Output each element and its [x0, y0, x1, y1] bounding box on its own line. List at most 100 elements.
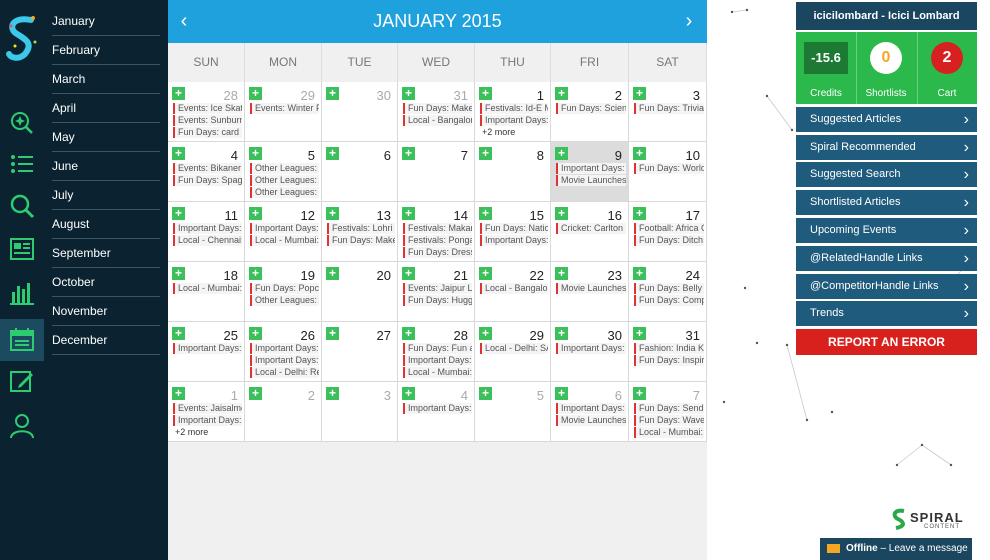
- day-cell[interactable]: +25 Important Days:: [168, 322, 245, 382]
- event-item[interactable]: Fun Days: Ditch N: [634, 235, 704, 246]
- add-event-button[interactable]: +: [479, 327, 492, 340]
- day-cell[interactable]: +6: [322, 142, 398, 202]
- add-event-button[interactable]: +: [633, 87, 646, 100]
- month-item[interactable]: April: [52, 94, 160, 123]
- add-event-button[interactable]: +: [402, 327, 415, 340]
- add-event-button[interactable]: +: [402, 87, 415, 100]
- month-item[interactable]: May: [52, 123, 160, 152]
- more-events-link[interactable]: +2 more: [173, 427, 244, 437]
- month-item[interactable]: January: [52, 7, 160, 36]
- month-item[interactable]: March: [52, 65, 160, 94]
- add-event-button[interactable]: +: [633, 147, 646, 160]
- add-event-button[interactable]: +: [633, 207, 646, 220]
- event-item[interactable]: Local - Bangalore: [480, 283, 548, 294]
- day-cell[interactable]: +27: [322, 322, 398, 382]
- day-cell[interactable]: +28 Fun Days: Fun at Important Days: Local …: [398, 322, 475, 382]
- event-item[interactable]: Festivals: Pongal: [403, 235, 472, 246]
- panel-link[interactable]: @RelatedHandle Links ›: [796, 245, 977, 271]
- event-item[interactable]: Movie Launches:: [556, 415, 626, 426]
- event-item[interactable]: Important Days:: [480, 115, 548, 126]
- event-item[interactable]: Cricket: Carlton M: [556, 223, 626, 234]
- add-event-button[interactable]: +: [172, 207, 185, 220]
- day-cell[interactable]: +26 Important Days: Important Days: Local -…: [245, 322, 322, 382]
- add-event-button[interactable]: +: [555, 147, 568, 160]
- next-month-button[interactable]: ›: [679, 10, 699, 32]
- day-cell[interactable]: +5: [475, 382, 551, 442]
- event-item[interactable]: Events: Jaisalmer: [173, 403, 242, 414]
- event-item[interactable]: Movie Launches:: [556, 283, 626, 294]
- add-event-button[interactable]: +: [249, 207, 262, 220]
- event-item[interactable]: Fun Days: Huggi: [403, 295, 472, 306]
- news-icon[interactable]: [0, 228, 44, 270]
- event-item[interactable]: Local - Mumbai:: [173, 283, 242, 294]
- event-item[interactable]: Important Days:: [556, 343, 626, 354]
- spiral-logo-icon[interactable]: [3, 12, 41, 64]
- day-cell[interactable]: +7 Fun Days: Send a Fun Days: Wave Local - …: [629, 382, 707, 442]
- month-item[interactable]: July: [52, 181, 160, 210]
- event-item[interactable]: Fun Days: Comp: [634, 295, 704, 306]
- add-event-button[interactable]: +: [249, 387, 262, 400]
- day-cell[interactable]: +11 Important Days: Local - Chennai:: [168, 202, 245, 262]
- add-event-button[interactable]: +: [479, 267, 492, 280]
- add-event-button[interactable]: +: [479, 387, 492, 400]
- event-item[interactable]: Movie Launches:: [556, 175, 626, 186]
- cart-stat[interactable]: 2 Cart: [917, 32, 977, 104]
- event-item[interactable]: Local - Chennai:: [173, 235, 242, 246]
- day-cell[interactable]: +23 Movie Launches:: [551, 262, 629, 322]
- day-cell[interactable]: +2 Fun Days: Scienc: [551, 82, 629, 142]
- event-item[interactable]: Fun Days: World: [634, 163, 704, 174]
- day-cell[interactable]: +7: [398, 142, 475, 202]
- month-item[interactable]: June: [52, 152, 160, 181]
- event-item[interactable]: Fun Days: Trivia: [634, 103, 704, 114]
- add-event-button[interactable]: +: [555, 327, 568, 340]
- event-item[interactable]: Important Days:: [556, 403, 626, 414]
- day-cell[interactable]: +30: [322, 82, 398, 142]
- list-icon[interactable]: [0, 143, 44, 185]
- day-cell[interactable]: +30 Important Days:: [551, 322, 629, 382]
- month-item[interactable]: December: [52, 326, 160, 355]
- day-cell[interactable]: +8: [475, 142, 551, 202]
- user-icon[interactable]: [0, 405, 44, 447]
- event-item[interactable]: Important Days:: [250, 355, 319, 366]
- event-item[interactable]: Events: Sunburn: [173, 115, 242, 126]
- day-cell[interactable]: +24Fun Days: Belly laFun Days: Comp: [629, 262, 707, 322]
- day-cell[interactable]: +18 Local - Mumbai:: [168, 262, 245, 322]
- add-event-button[interactable]: +: [402, 207, 415, 220]
- calendar-icon[interactable]: [0, 319, 44, 361]
- event-item[interactable]: Fun Days: Belly la: [634, 283, 704, 294]
- event-item[interactable]: Other Leagues: A: [250, 163, 319, 174]
- add-event-button[interactable]: +: [249, 267, 262, 280]
- month-item[interactable]: October: [52, 268, 160, 297]
- day-cell[interactable]: +17Football: Africa CFun Days: Ditch N: [629, 202, 707, 262]
- day-cell[interactable]: +2: [245, 382, 322, 442]
- add-event-button[interactable]: +: [326, 387, 339, 400]
- day-cell[interactable]: +16 Cricket: Carlton M: [551, 202, 629, 262]
- event-item[interactable]: Fun Days: Spagh: [173, 175, 242, 186]
- event-item[interactable]: Festivals: Id-E Mi: [480, 103, 548, 114]
- day-cell[interactable]: +5 Other Leagues: A Other Leagues: E Other …: [245, 142, 322, 202]
- event-item[interactable]: Fun Days: Nation: [480, 223, 548, 234]
- event-item[interactable]: Important Days:: [173, 415, 242, 426]
- event-item[interactable]: Other Leagues: A: [250, 295, 319, 306]
- add-event-button[interactable]: +: [172, 327, 185, 340]
- month-item[interactable]: February: [52, 36, 160, 65]
- add-event-button[interactable]: +: [479, 207, 492, 220]
- event-item[interactable]: Local - Delhi: Rep: [250, 367, 319, 378]
- add-event-button[interactable]: +: [479, 147, 492, 160]
- day-cell[interactable]: +9 Important Days: Movie Launches:: [551, 142, 629, 202]
- day-cell[interactable]: +4 Important Days:: [398, 382, 475, 442]
- day-cell[interactable]: +29Local - Delhi: SAT: [475, 322, 551, 382]
- event-item[interactable]: Other Leagues: E: [250, 175, 319, 186]
- event-item[interactable]: Festivals: Lohri: [327, 223, 395, 234]
- add-event-button[interactable]: +: [249, 87, 262, 100]
- event-item[interactable]: Important Days:: [480, 235, 548, 246]
- add-event-button[interactable]: +: [479, 87, 492, 100]
- month-item[interactable]: August: [52, 210, 160, 239]
- event-item[interactable]: Local - Bangalore: [403, 115, 472, 126]
- add-event-button[interactable]: +: [249, 147, 262, 160]
- add-event-button[interactable]: +: [172, 87, 185, 100]
- event-item[interactable]: Fun Days: Scienc: [556, 103, 626, 114]
- day-cell[interactable]: +22Local - Bangalore: [475, 262, 551, 322]
- day-cell[interactable]: +28Events: Ice SkatinEvents: SunburnFun …: [168, 82, 245, 142]
- day-cell[interactable]: +19 Fun Days: Popco Other Leagues: A: [245, 262, 322, 322]
